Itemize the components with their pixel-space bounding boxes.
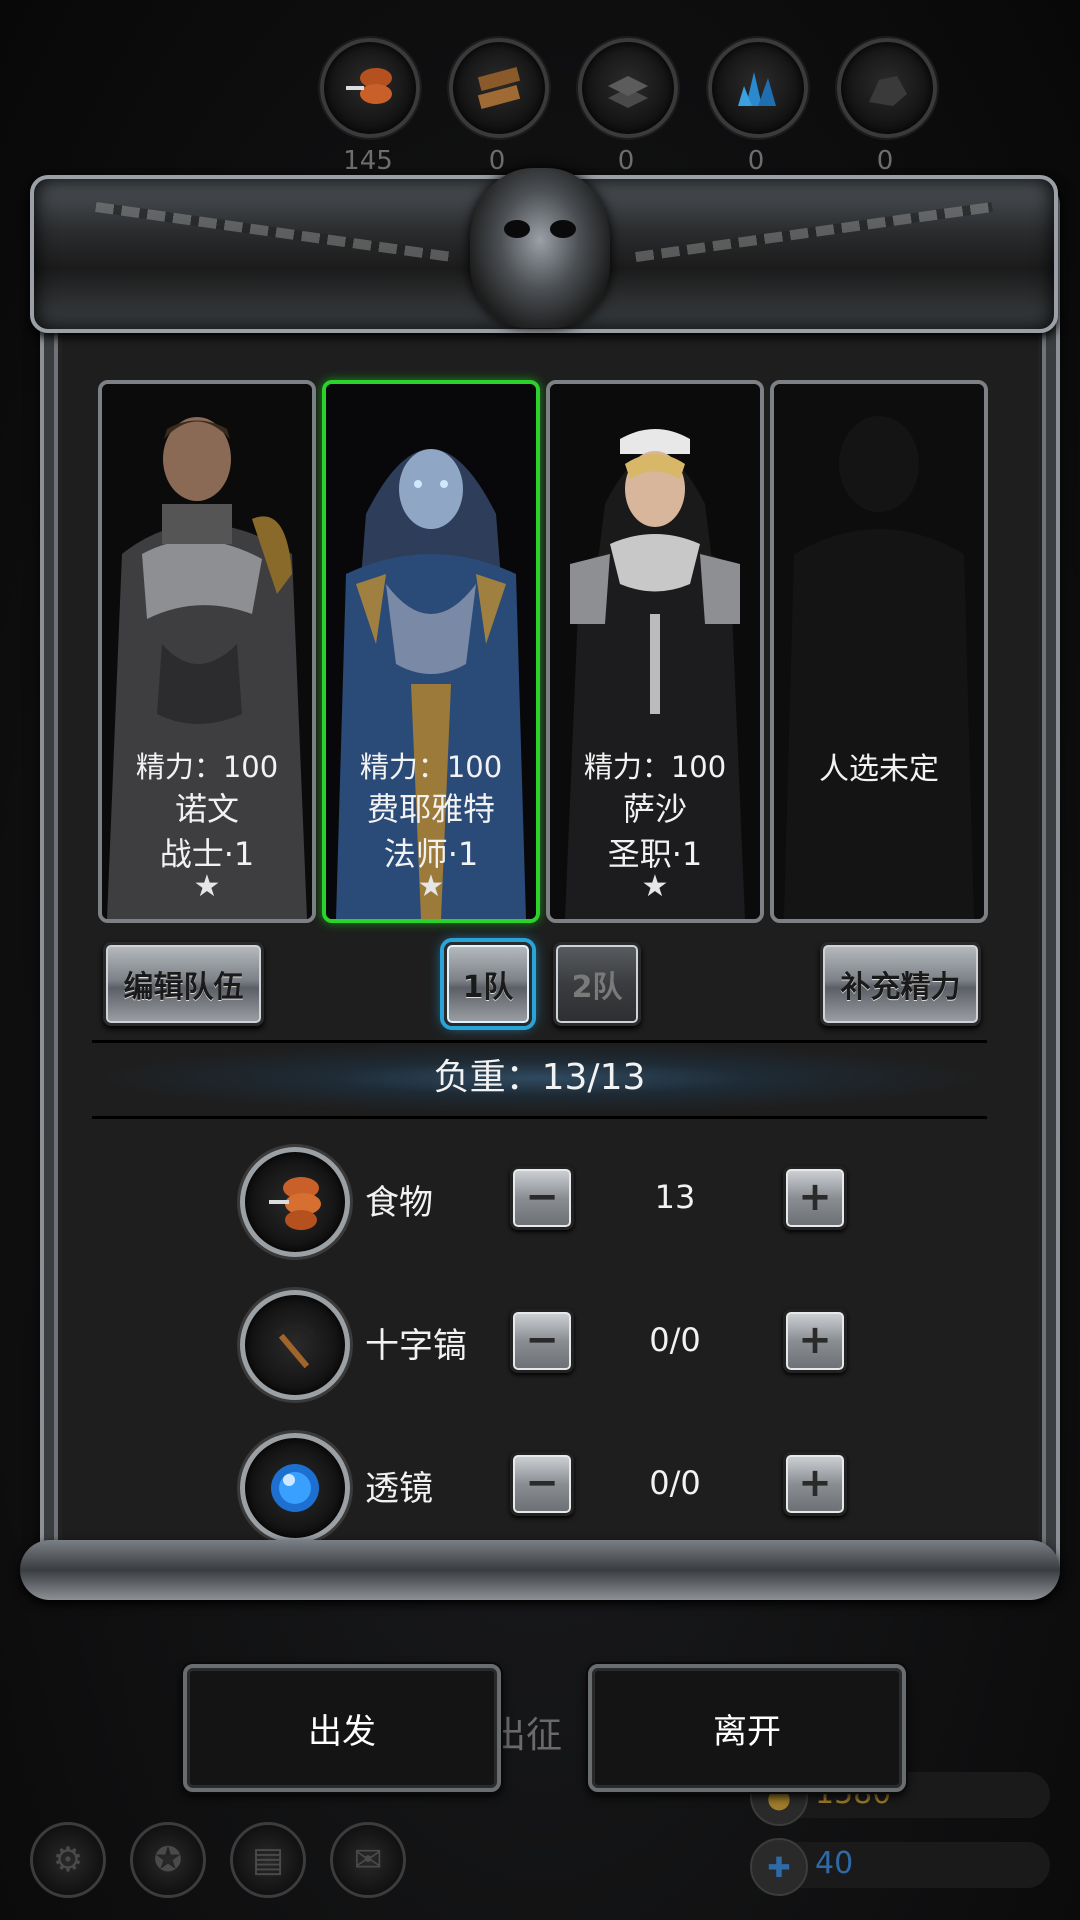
mail-icon[interactable]: ✉ bbox=[330, 1822, 406, 1898]
scroll-icon[interactable]: ▤ bbox=[230, 1822, 306, 1898]
depart-button[interactable]: 出发 bbox=[183, 1664, 501, 1792]
team-1-button[interactable]: 1队 bbox=[444, 942, 532, 1026]
lens-quantity: 0/0 bbox=[649, 1464, 701, 1502]
pickaxe-minus-button[interactable]: − bbox=[510, 1309, 574, 1373]
lens-label: 透镜 bbox=[365, 1469, 433, 1509]
hero-stamina: 精力：100 bbox=[359, 750, 503, 784]
hero-stamina: 精力：100 bbox=[583, 750, 727, 784]
weight-label: 负重：13/13 bbox=[92, 1043, 987, 1113]
hero-card-empty[interactable]: 人选未定 bbox=[770, 380, 988, 923]
lens-plus-button[interactable]: + bbox=[783, 1452, 847, 1516]
achievement-icon[interactable]: ✪ bbox=[130, 1822, 206, 1898]
crystal-icon bbox=[708, 38, 808, 138]
team-2-button[interactable]: 2队 bbox=[553, 942, 641, 1026]
lens-icon bbox=[240, 1433, 350, 1543]
pickaxe-icon bbox=[240, 1290, 350, 1400]
food-minus-button[interactable]: − bbox=[510, 1166, 574, 1230]
food-label: 食物 bbox=[365, 1183, 433, 1223]
pickaxe-label: 十字镐 bbox=[365, 1326, 467, 1366]
wood-icon bbox=[449, 38, 549, 138]
hero-stamina: 精力：100 bbox=[135, 750, 279, 784]
gem-balance: ✚ 40 bbox=[750, 1838, 1050, 1896]
meat-count: 145 bbox=[343, 146, 393, 176]
star-icon: ★ bbox=[641, 869, 669, 904]
settings-icon[interactable]: ⚙ bbox=[30, 1822, 106, 1898]
food-plus-button[interactable]: + bbox=[783, 1166, 847, 1230]
hero-name: 费耶雅特 bbox=[366, 790, 495, 828]
edit-team-button[interactable]: 编辑队伍 bbox=[103, 942, 264, 1026]
gem-amount: 40 bbox=[815, 1846, 854, 1881]
pickaxe-plus-button[interactable]: + bbox=[783, 1309, 847, 1373]
restore-stamina-button[interactable]: 补充精力 bbox=[820, 942, 981, 1026]
meat-icon bbox=[320, 38, 420, 138]
food-quantity: 13 bbox=[654, 1178, 696, 1216]
pickaxe-quantity: 0/0 bbox=[649, 1321, 701, 1359]
ore-count: 0 bbox=[876, 146, 894, 176]
silhouette-icon bbox=[774, 384, 984, 919]
hero-card-cleric[interactable]: 精力：100 萨沙 圣职·1 ★ bbox=[546, 380, 764, 923]
hero-card-mage[interactable]: 精力：100 费耶雅特 法师·1 ★ bbox=[322, 380, 540, 923]
resource-iron: 0 bbox=[578, 38, 678, 176]
resource-wood: 0 bbox=[449, 38, 549, 176]
hero-card-warrior[interactable]: 精力：100 诺文 战士·1 ★ bbox=[98, 380, 316, 923]
iron-icon bbox=[578, 38, 678, 138]
crystal-count: 0 bbox=[747, 146, 765, 176]
leave-button[interactable]: 离开 bbox=[588, 1664, 906, 1792]
skull-ornament bbox=[470, 168, 610, 328]
divider bbox=[92, 1116, 987, 1119]
panel-footer-ornament bbox=[20, 1540, 1060, 1600]
hero-name: 诺文 bbox=[174, 790, 239, 828]
hero-name: 萨沙 bbox=[622, 790, 687, 828]
lens-minus-button[interactable]: − bbox=[510, 1452, 574, 1516]
iron-count: 0 bbox=[617, 146, 635, 176]
resource-crystal: 0 bbox=[708, 38, 808, 176]
food-icon bbox=[240, 1147, 350, 1257]
resource-meat: 145 bbox=[320, 38, 420, 176]
star-icon: ★ bbox=[417, 869, 445, 904]
resource-ore: 0 bbox=[837, 38, 937, 176]
star-icon: ★ bbox=[193, 869, 221, 904]
gem-icon: ✚ bbox=[750, 1838, 808, 1896]
ore-icon bbox=[837, 38, 937, 138]
hero-pending-label: 人选未定 bbox=[819, 752, 939, 787]
